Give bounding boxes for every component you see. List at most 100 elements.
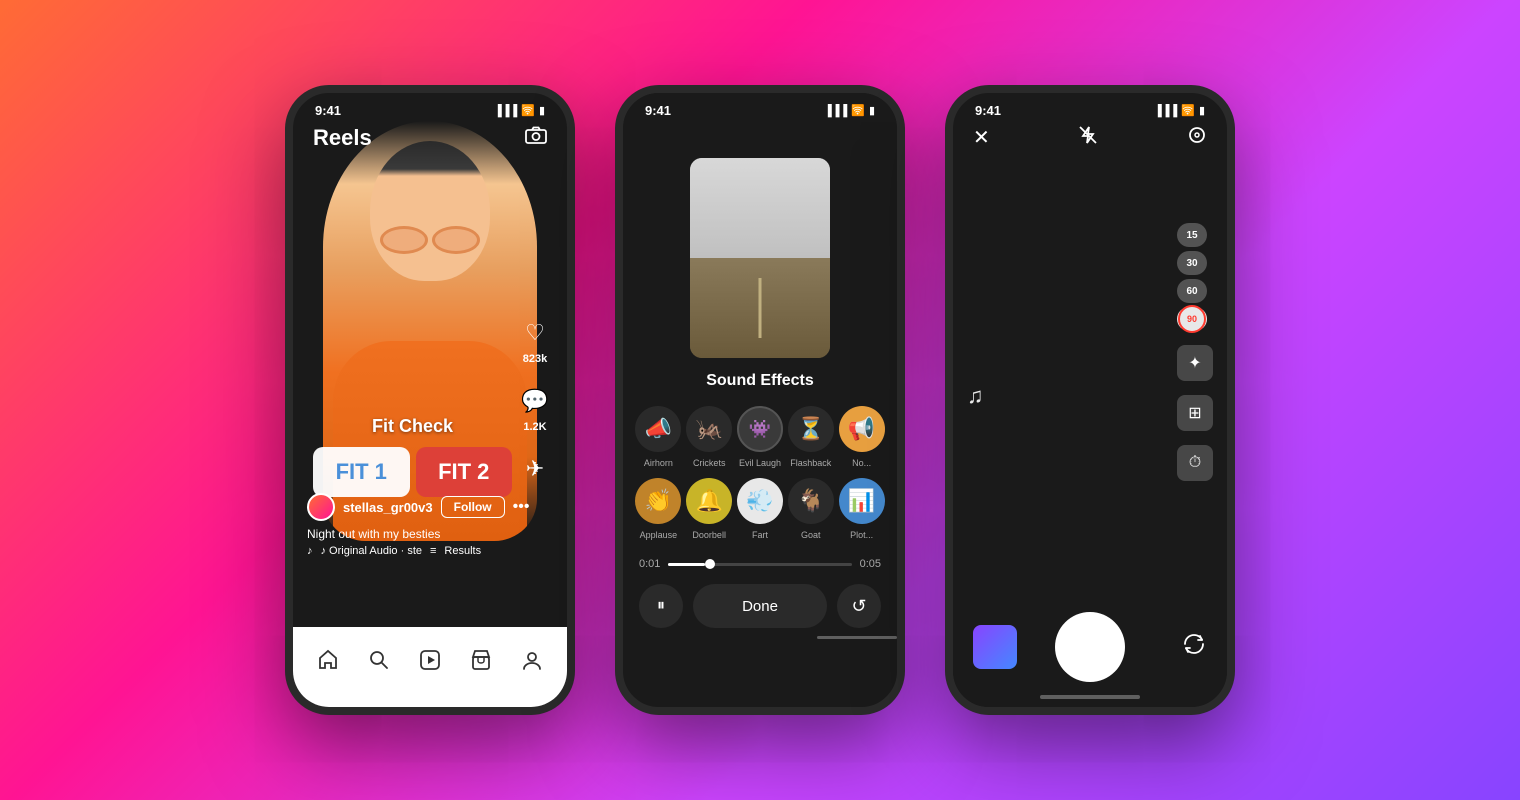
poll-option-1[interactable]: FIT 1 [313, 447, 410, 497]
settings-icon[interactable] [1187, 125, 1207, 150]
status-icons: ▐▐▐ 🛜 ▮ [494, 104, 545, 117]
capture-button[interactable] [1055, 612, 1125, 682]
doorbell-label: Doorbell [692, 530, 726, 540]
crickets-label: Crickets [693, 458, 726, 468]
avatar[interactable] [307, 493, 335, 521]
poll-option-2[interactable]: FIT 2 [416, 447, 513, 497]
camera-tools: 15 30 60 90 ✦ ⊞ ⏱ [1177, 223, 1213, 481]
share-action[interactable]: ✈ [517, 451, 553, 487]
camera-icon[interactable] [525, 126, 547, 150]
time-current: 0:01 [639, 558, 660, 570]
flip-camera-button[interactable] [1181, 631, 1207, 663]
duration-buttons: 15 30 60 90 [1177, 223, 1213, 331]
follow-button[interactable]: Follow [441, 496, 505, 518]
like-action[interactable]: ♡ 823k [517, 315, 553, 365]
sound-crickets[interactable]: 🦗 Crickets [686, 406, 733, 468]
done-button[interactable]: Done [693, 584, 827, 628]
user-row: stellas_gr00v3 Follow ••• [307, 493, 512, 521]
progress-thumb [705, 559, 715, 569]
reels-title: Reels [313, 125, 372, 151]
flash-off-icon[interactable] [1078, 125, 1098, 150]
status-bar: 9:41 ▐▐▐ 🛜 ▮ [293, 93, 567, 122]
airhorn-icon: 📣 [635, 406, 681, 452]
sound-doorbell[interactable]: 🔔 Doorbell [686, 478, 733, 540]
more-options-icon[interactable]: ••• [513, 498, 530, 516]
sound-grid-row2: 👏 Applause 🔔 Doorbell 💨 Fart 🐐 Goat 📊 [623, 478, 897, 540]
duration-30[interactable]: 30 [1177, 251, 1207, 275]
camera-header: ✕ [953, 125, 1227, 150]
comment-action[interactable]: 💬 1.2K [517, 383, 553, 433]
fart-icon: 💨 [737, 478, 783, 524]
sound-applause[interactable]: 👏 Applause [635, 478, 682, 540]
wifi-icon: 🛜 [521, 104, 535, 117]
audio-label[interactable]: ♪ Original Audio · ste [321, 545, 423, 557]
status-icons: ▐▐▐ 🛜 ▮ [824, 104, 875, 117]
sound-flashback[interactable]: ⏳ Flashback [787, 406, 834, 468]
sound-fart[interactable]: 💨 Fart [737, 478, 784, 540]
preview-sky [690, 158, 830, 258]
flashback-label: Flashback [790, 458, 831, 468]
home-indicator [817, 636, 897, 639]
status-bar: 9:41 ▐▐▐ 🛜 ▮ [953, 93, 1227, 122]
status-time: 9:41 [315, 103, 341, 118]
heart-icon: ♡ [517, 315, 553, 351]
progress-fill [668, 563, 705, 566]
home-indicator [1040, 695, 1140, 699]
evil-laugh-icon: 👾 [737, 406, 783, 452]
timer-tool[interactable]: ⏱ [1177, 445, 1213, 481]
signal-icon: ▐▐▐ [824, 105, 847, 117]
sound-plot[interactable]: 📊 Plot... [838, 478, 885, 540]
progress-track[interactable] [668, 563, 851, 566]
nav-reels[interactable] [410, 640, 450, 680]
duration-90-active[interactable]: 90 [1177, 307, 1207, 331]
poll-overlay: Fit Check FIT 1 FIT 2 [313, 416, 512, 497]
no-icon: 📢 [839, 406, 885, 452]
list-icon: ≡ [430, 545, 436, 557]
audio-row: ♪ ♪ Original Audio · ste ≡ Results [307, 545, 512, 557]
sound-grid-row1: 📣 Airhorn 🦗 Crickets 👾 Evil Laugh ⏳ Flas… [623, 406, 897, 468]
user-bar: stellas_gr00v3 Follow ••• Night out with… [307, 493, 512, 557]
bottom-nav [293, 627, 567, 707]
doorbell-icon: 🔔 [686, 478, 732, 524]
battery-icon: ▮ [1199, 104, 1205, 117]
nav-home[interactable] [308, 640, 348, 680]
no-label: No... [852, 458, 871, 468]
sound-airhorn[interactable]: 📣 Airhorn [635, 406, 682, 468]
sound-evil-laugh[interactable]: 👾 Evil Laugh [737, 406, 784, 468]
nav-shop[interactable] [461, 640, 501, 680]
duration-60[interactable]: 60 [1177, 279, 1207, 303]
time-total: 0:05 [860, 558, 881, 570]
phone-2-sound-effects: 9:41 ▐▐▐ 🛜 ▮ Sound Effects 📣 [615, 85, 905, 715]
airhorn-label: Airhorn [644, 458, 673, 468]
music-icon[interactable]: ♫ [967, 383, 984, 409]
wifi-icon: 🛜 [1181, 104, 1195, 117]
sound-goat[interactable]: 🐐 Goat [787, 478, 834, 540]
nav-profile[interactable] [512, 640, 552, 680]
layout-tool[interactable]: ⊞ [1177, 395, 1213, 431]
effects-tool[interactable]: ✦ [1177, 345, 1213, 381]
preview-road [690, 258, 830, 358]
wifi-icon: 🛜 [851, 104, 865, 117]
music-note-icon: ♪ [307, 545, 313, 557]
phone-1-reels: 9:41 ▐▐▐ 🛜 ▮ Reels ♡ 823k [285, 85, 575, 715]
sound-effects-screen: 9:41 ▐▐▐ 🛜 ▮ Sound Effects 📣 [623, 93, 897, 655]
progress-section: 0:01 0:05 ⏸ Done ↺ [623, 550, 897, 636]
username[interactable]: stellas_gr00v3 [343, 500, 433, 515]
plot-icon: 📊 [839, 478, 885, 524]
crickets-icon: 🦗 [686, 406, 732, 452]
battery-icon: ▮ [869, 104, 875, 117]
close-button[interactable]: ✕ [973, 125, 990, 150]
nav-search[interactable] [359, 640, 399, 680]
status-time: 9:41 [645, 103, 671, 118]
status-icons: ▐▐▐ 🛜 ▮ [1154, 104, 1205, 117]
comment-count: 1.2K [523, 421, 546, 433]
gallery-thumbnail[interactable] [973, 625, 1017, 669]
applause-label: Applause [640, 530, 678, 540]
duration-15[interactable]: 15 [1177, 223, 1207, 247]
goat-label: Goat [801, 530, 821, 540]
results-label[interactable]: Results [444, 545, 481, 557]
pause-button[interactable]: ⏸ [639, 584, 683, 628]
replay-button[interactable]: ↺ [837, 584, 881, 628]
signal-icon: ▐▐▐ [1154, 105, 1177, 117]
sound-no[interactable]: 📢 No... [838, 406, 885, 468]
